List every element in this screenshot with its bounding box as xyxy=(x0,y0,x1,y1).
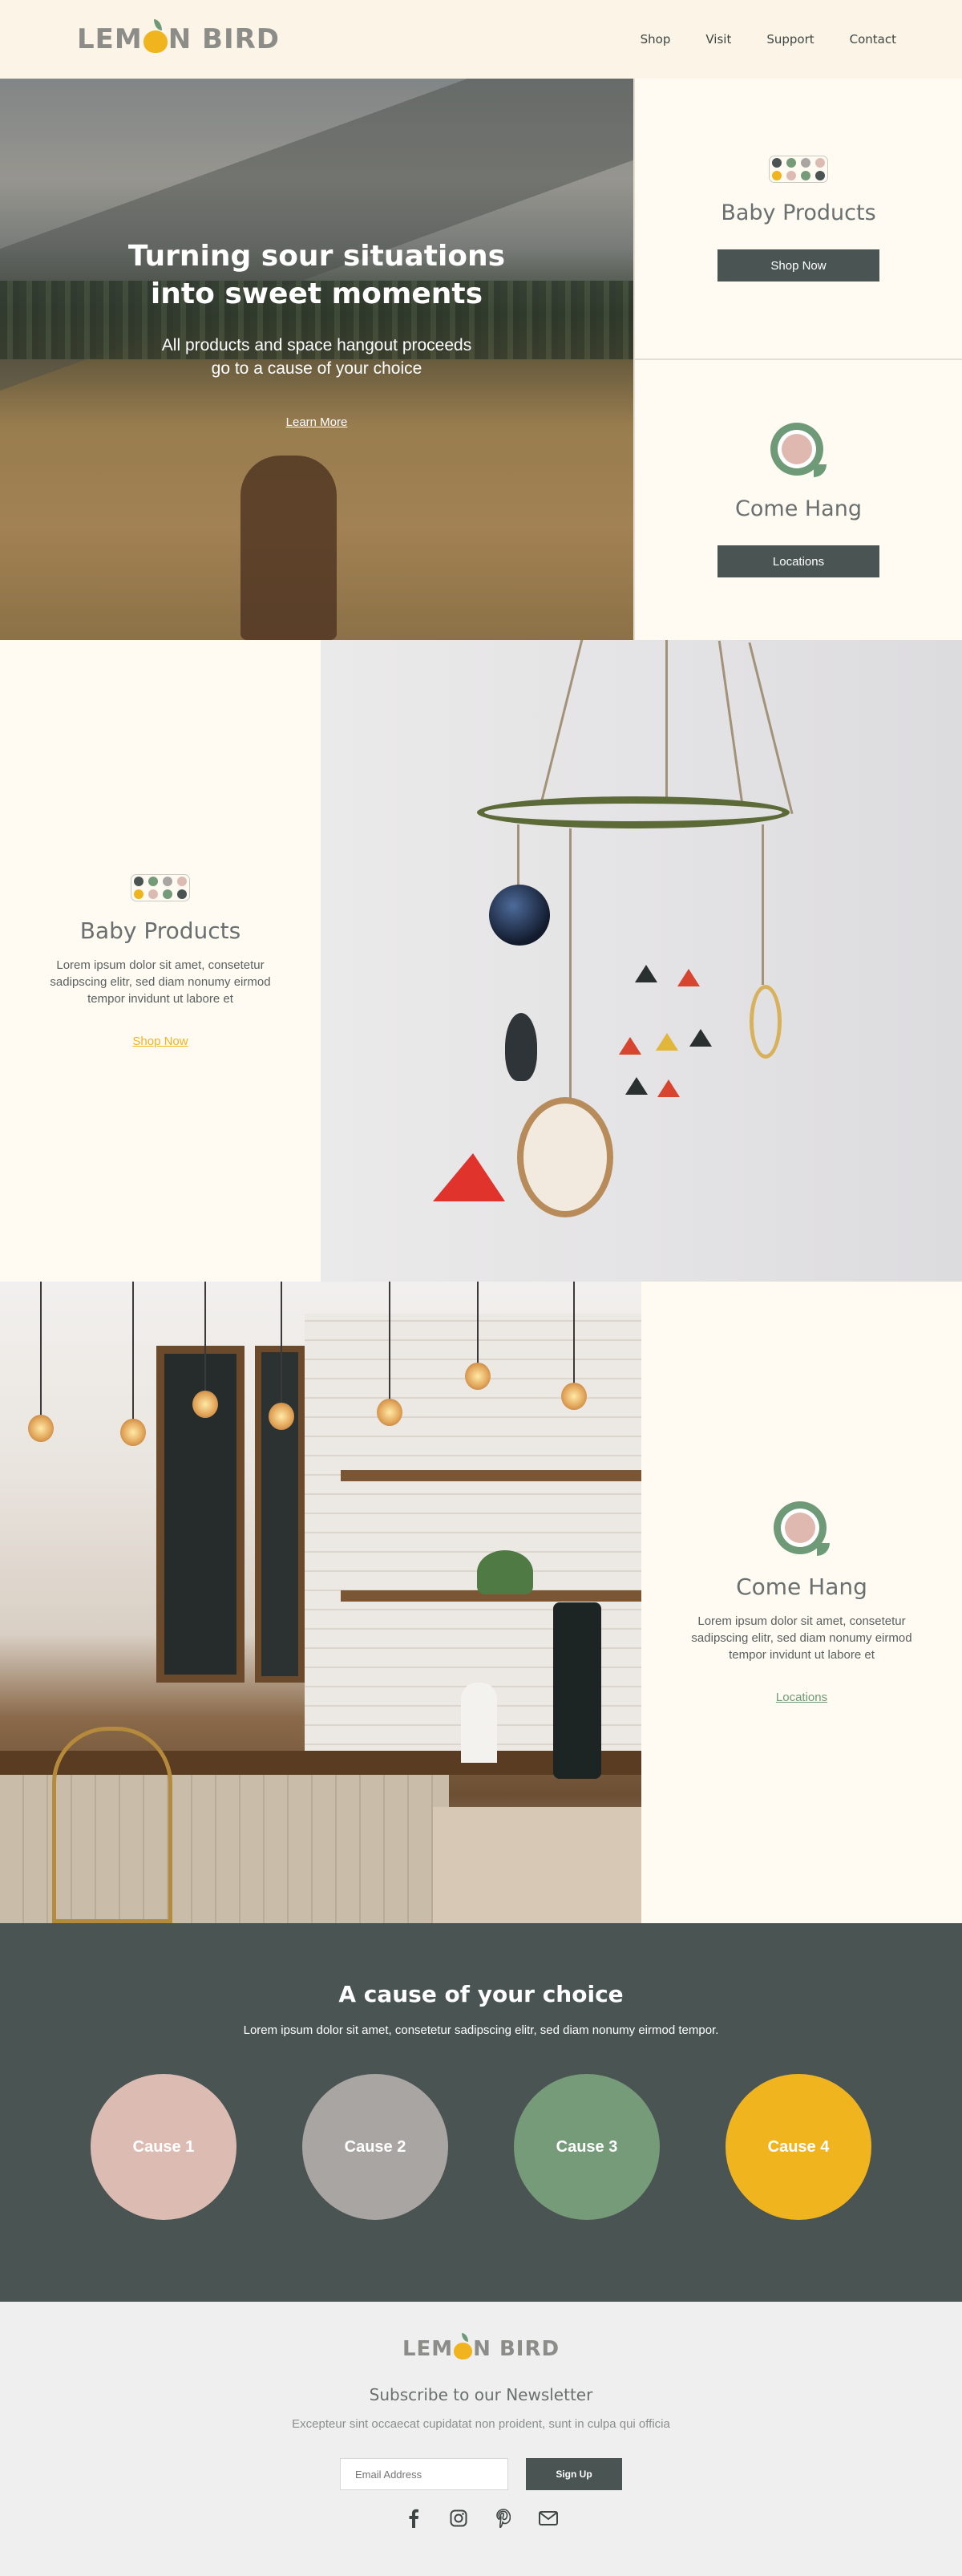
orca-ornament xyxy=(505,1013,537,1081)
dot xyxy=(177,876,187,886)
dot xyxy=(163,889,172,899)
plant xyxy=(477,1550,533,1594)
nav-support[interactable]: Support xyxy=(749,32,831,47)
hero-photo: Turning sour situations into sweet momen… xyxy=(0,79,633,640)
sign-up-button[interactable]: Sign Up xyxy=(526,2458,622,2490)
embroidery-hoop-ornament xyxy=(517,1097,613,1217)
baby-products-text: Baby Products Lorem ipsum dolor sit amet… xyxy=(0,640,321,1282)
facebook-icon[interactable] xyxy=(403,2508,424,2529)
hero-subtitle-line-1: All products and space hangout proceeds xyxy=(161,336,472,354)
planet-ornament xyxy=(489,885,550,946)
footer-logo[interactable]: LEM N BIRD xyxy=(0,2333,962,2361)
pinterest-icon[interactable] xyxy=(493,2508,514,2529)
cause-3-button[interactable]: Cause 3 xyxy=(514,2074,660,2220)
dot xyxy=(134,889,143,899)
hero-section: Turning sour situations into sweet momen… xyxy=(0,79,962,640)
dot xyxy=(801,171,810,180)
magnifier-icon xyxy=(774,1501,830,1557)
dot xyxy=(801,158,810,168)
dot xyxy=(772,171,782,180)
nav-contact[interactable]: Contact xyxy=(832,32,914,47)
shop-now-link[interactable]: Shop Now xyxy=(132,1035,188,1048)
dot xyxy=(148,889,158,899)
hero-copy: Turning sour situations into sweet momen… xyxy=(0,237,633,430)
lemon-icon xyxy=(143,19,168,53)
brand-logo[interactable]: LEM N BIRD xyxy=(77,19,280,55)
come-hang-title: Come Hang xyxy=(736,1573,867,1600)
email-field[interactable] xyxy=(340,2458,508,2490)
brand-name-right: N BIRD xyxy=(168,23,280,55)
newsletter-form: Sign Up xyxy=(0,2458,962,2490)
site-footer: LEM N BIRD Subscribe to our Newsletter E… xyxy=(0,2302,962,2576)
come-hang-card-title: Come Hang xyxy=(735,496,862,521)
barista xyxy=(461,1683,497,1763)
brand-name-left: LEM xyxy=(77,23,143,55)
come-hang-text: Come Hang Lorem ipsum dolor sit amet, co… xyxy=(641,1282,962,1923)
lemon-icon xyxy=(454,2333,473,2359)
main-nav: Shop Visit Support Contact xyxy=(623,32,914,47)
learn-more-link[interactable]: Learn More xyxy=(286,415,348,429)
cause-2-button[interactable]: Cause 2 xyxy=(302,2074,448,2220)
causes-title: A cause of your choice xyxy=(338,1981,624,2007)
dot-grid-icon xyxy=(131,873,190,901)
instagram-icon[interactable] xyxy=(448,2508,469,2529)
social-links xyxy=(0,2508,962,2529)
newsletter-description: Excepteur sint occaecat cupidatat non pr… xyxy=(292,2417,670,2431)
hero-subtitle-line-2: go to a cause of your choice xyxy=(211,359,422,378)
dot xyxy=(134,876,143,886)
dot xyxy=(772,158,782,168)
come-hang-description: Lorem ipsum dolor sit amet, consetetur s… xyxy=(691,1614,912,1662)
locations-link[interactable]: Locations xyxy=(776,1691,827,1704)
dot xyxy=(148,876,158,886)
baby-products-title: Baby Products xyxy=(79,917,241,944)
newsletter-title: Subscribe to our Newsletter xyxy=(369,2385,593,2404)
causes-section: A cause of your choice Lorem ipsum dolor… xyxy=(0,1923,962,2302)
dot xyxy=(786,171,796,180)
site-header: LEM N BIRD Shop Visit Support Contact xyxy=(0,0,962,79)
cause-1-button[interactable]: Cause 1 xyxy=(91,2074,236,2220)
magnifier-icon xyxy=(770,423,827,479)
nav-visit[interactable]: Visit xyxy=(688,32,749,47)
cause-list: Cause 1 Cause 2 Cause 3 Cause 4 xyxy=(0,2074,962,2220)
footer-brand-left: LEM xyxy=(402,2337,454,2361)
hero-title: Turning sour situations into sweet momen… xyxy=(0,237,633,313)
dot xyxy=(163,876,172,886)
footer-brand-right: N BIRD xyxy=(473,2337,560,2361)
baby-products-feature: Baby Products Lorem ipsum dolor sit amet… xyxy=(0,640,962,1282)
hero-title-line-2: into sweet moments xyxy=(150,277,483,310)
coffee-grinder xyxy=(553,1602,601,1779)
paper-crane-ornament xyxy=(433,1153,505,1201)
come-hang-card: Come Hang Locations xyxy=(633,358,962,640)
baby-mobile-photo xyxy=(321,640,962,1282)
locations-button[interactable]: Locations xyxy=(717,545,879,577)
hero-subtitle: All products and space hangout proceeds … xyxy=(0,334,633,380)
baby-products-card: Baby Products Shop Now xyxy=(633,79,962,358)
causes-description: Lorem ipsum dolor sit amet, consetetur s… xyxy=(243,2023,719,2037)
hero-side-cards: Baby Products Shop Now Come Hang Locatio… xyxy=(633,79,962,640)
dot-grid-icon xyxy=(769,156,828,183)
shop-now-button[interactable]: Shop Now xyxy=(717,249,879,281)
baby-products-description: Lorem ipsum dolor sit amet, consetetur s… xyxy=(50,958,271,1006)
cause-4-button[interactable]: Cause 4 xyxy=(726,2074,871,2220)
nav-shop[interactable]: Shop xyxy=(623,32,689,47)
dreamcatcher-ornament xyxy=(750,985,782,1059)
dot xyxy=(177,889,187,899)
dot xyxy=(815,158,825,168)
baby-products-card-title: Baby Products xyxy=(721,200,876,225)
cafe-photo xyxy=(0,1282,641,1923)
dot xyxy=(786,158,796,168)
dot xyxy=(815,171,825,180)
mail-icon[interactable] xyxy=(538,2508,559,2529)
chair xyxy=(52,1727,172,1923)
hero-title-line-1: Turning sour situations xyxy=(127,240,506,273)
mobile-hoop xyxy=(477,796,790,828)
come-hang-feature: Come Hang Lorem ipsum dolor sit amet, co… xyxy=(0,1282,962,1923)
